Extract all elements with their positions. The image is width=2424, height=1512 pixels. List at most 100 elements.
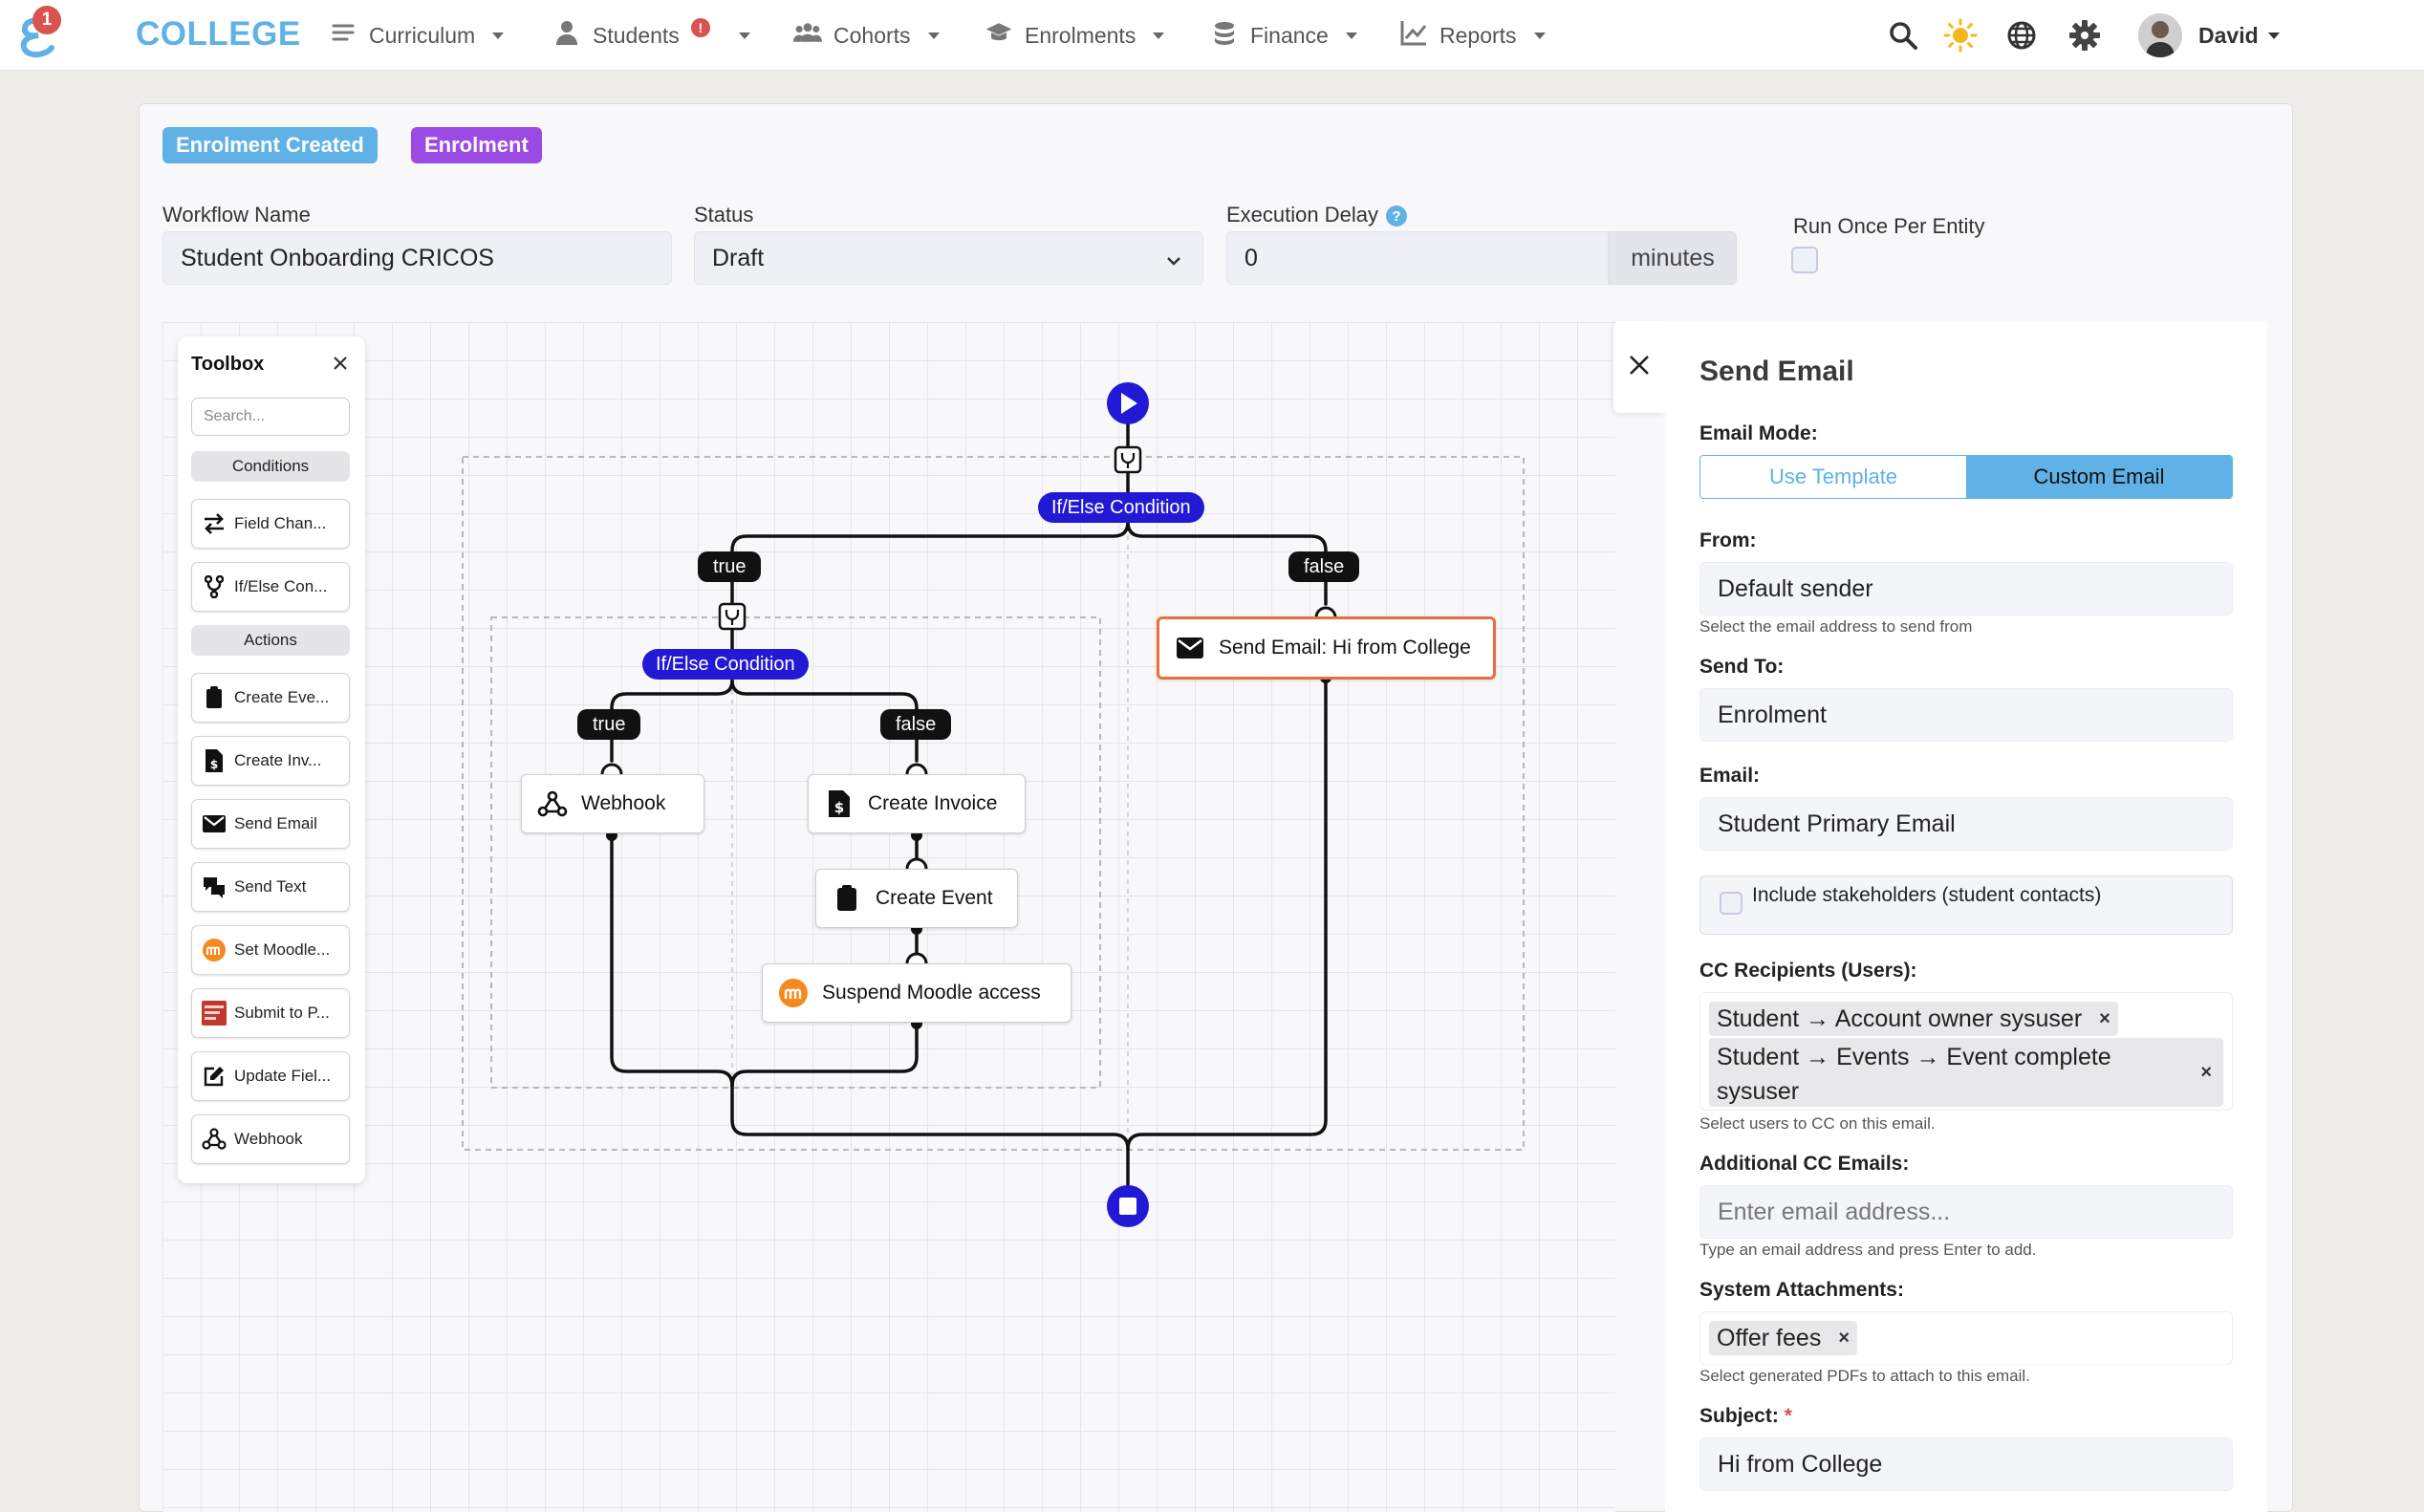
email-select[interactable]: Student Primary Email bbox=[1699, 797, 2233, 851]
mode-use-template[interactable]: Use Template bbox=[1700, 456, 1966, 498]
from-help: Select the email address to send from bbox=[1699, 617, 1973, 636]
section-actions: Actions bbox=[191, 625, 350, 656]
toolbox-title: Toolbox bbox=[191, 354, 265, 375]
node-send-email[interactable]: Send Email: Hi from College bbox=[1157, 616, 1496, 680]
node-label: Webhook bbox=[581, 792, 666, 814]
additional-cc-input[interactable]: Enter email address... bbox=[1699, 1185, 2233, 1239]
toolbox-search-input[interactable]: Search... bbox=[191, 398, 350, 436]
additional-cc-help: Type an email address and press Enter to… bbox=[1699, 1241, 2037, 1259]
toolbox-item-send-text[interactable]: Send Text bbox=[191, 862, 350, 912]
start-node[interactable] bbox=[1107, 382, 1149, 424]
email-mode-label: Email Mode: bbox=[1699, 422, 1818, 444]
envelope-icon bbox=[202, 811, 227, 836]
toolbox-item-set-moodle[interactable]: Set Moodle... bbox=[191, 925, 350, 975]
toolbox-item-update-field[interactable]: Update Fiel... bbox=[191, 1051, 350, 1101]
email-mode-toggle: Use Template Custom Email bbox=[1699, 455, 2233, 499]
panel-title: Send Email bbox=[1699, 356, 1854, 387]
required-marker: * bbox=[1784, 1405, 1792, 1427]
node-label: Create Event bbox=[876, 887, 993, 909]
webhook-icon bbox=[537, 788, 568, 819]
close-panel-button[interactable] bbox=[1613, 321, 1665, 413]
toolbox-item-label: Webhook bbox=[234, 1130, 303, 1148]
toolbox-item-label: Send Text bbox=[234, 877, 307, 896]
attachments-label: System Attachments: bbox=[1699, 1279, 1904, 1301]
subject-label: Subject: * bbox=[1699, 1405, 1792, 1428]
additional-cc-label: Additional CC Emails: bbox=[1699, 1153, 1910, 1175]
fork-icon bbox=[202, 574, 227, 599]
node-label: Send Email: Hi from College bbox=[1219, 637, 1471, 659]
fork-icon bbox=[1114, 445, 1142, 474]
webhook-icon bbox=[202, 1127, 227, 1152]
toolbox-item-submit-to-public[interactable]: Submit to P... bbox=[191, 988, 350, 1038]
toolbox-panel: Toolbox Search... Conditions Field Chan.… bbox=[178, 336, 365, 1183]
toolbox-item-send-email[interactable]: Send Email bbox=[191, 799, 350, 849]
remove-chip-icon[interactable]: × bbox=[2099, 1008, 2110, 1030]
toolbox-item-field-change[interactable]: Field Chan... bbox=[191, 499, 350, 549]
node-label: Suspend Moodle access bbox=[822, 982, 1041, 1004]
toolbox-item-if-else[interactable]: If/Else Con... bbox=[191, 562, 350, 612]
cc-help: Select users to CC on this email. bbox=[1699, 1114, 1936, 1133]
edit-icon bbox=[202, 1064, 227, 1089]
remove-chip-icon[interactable]: × bbox=[2200, 1055, 2212, 1090]
cc-chip: Student → Account owner sysuser × bbox=[1709, 1002, 2118, 1036]
toolbox-item-label: Send Email bbox=[234, 814, 317, 832]
toolbox-item-label: Field Chan... bbox=[234, 514, 327, 532]
swap-arrows-icon bbox=[202, 511, 227, 536]
toolbox-item-create-event[interactable]: Create Eve... bbox=[191, 673, 350, 723]
svg-text:$: $ bbox=[834, 799, 844, 816]
outer-condition-label[interactable]: If/Else Condition bbox=[1038, 492, 1204, 523]
from-label: From: bbox=[1699, 529, 1757, 551]
chip-label: Student → Account owner sysuser bbox=[1717, 1004, 2083, 1032]
toolbox-item-label: Create Eve... bbox=[234, 688, 330, 706]
close-icon[interactable] bbox=[329, 352, 352, 375]
stakeholders-checkbox[interactable] bbox=[1720, 892, 1742, 915]
branch-false-label: false bbox=[880, 709, 952, 740]
branch-true-label: true bbox=[698, 551, 762, 582]
stakeholders-box: Include stakeholders (student contacts) bbox=[1699, 875, 2233, 935]
branch-false-label: false bbox=[1288, 551, 1360, 582]
toolbox-item-label: Submit to P... bbox=[234, 1004, 330, 1022]
toolbox-item-label: Create Inv... bbox=[234, 751, 322, 769]
invoice-icon: $ bbox=[202, 748, 227, 773]
cc-chip: Student → Events → Event complete sysuse… bbox=[1709, 1038, 2223, 1107]
chip-label: Student → Events → Event complete sysuse… bbox=[1717, 1044, 2111, 1105]
end-node[interactable] bbox=[1107, 1185, 1149, 1227]
send-to-label: Send To: bbox=[1699, 656, 1785, 678]
subject-text: Subject: bbox=[1699, 1405, 1779, 1427]
toolbox-item-label: If/Else Con... bbox=[234, 577, 328, 595]
node-webhook[interactable]: Webhook bbox=[521, 774, 704, 833]
cc-label: CC Recipients (Users): bbox=[1699, 960, 1917, 982]
mode-custom-email[interactable]: Custom Email bbox=[1966, 456, 2232, 498]
properties-panel: Send Email Email Mode: Use Template Cust… bbox=[1665, 321, 2267, 1512]
toolbox-item-label: Update Fiel... bbox=[234, 1067, 332, 1085]
send-to-select[interactable]: Enrolment bbox=[1699, 688, 2233, 742]
public-trust-logo-icon bbox=[202, 1001, 227, 1026]
node-label: Create Invoice bbox=[868, 792, 998, 814]
moodle-icon bbox=[202, 938, 227, 962]
email-label: Email: bbox=[1699, 765, 1761, 787]
toolbox-item-label: Set Moodle... bbox=[234, 940, 331, 959]
clipboard-icon bbox=[832, 883, 862, 914]
invoice-icon: $ bbox=[824, 788, 855, 819]
inner-condition-label[interactable]: If/Else Condition bbox=[642, 649, 809, 680]
section-conditions: Conditions bbox=[191, 451, 350, 482]
fork-icon bbox=[718, 602, 747, 631]
chip-label: Offer fees bbox=[1717, 1324, 1822, 1351]
stakeholders-label: Include stakeholders (student contacts) bbox=[1752, 884, 2102, 906]
chat-bubbles-icon bbox=[202, 875, 227, 899]
close-icon bbox=[1627, 353, 1652, 382]
subject-input[interactable]: Hi from College bbox=[1699, 1437, 2233, 1491]
node-suspend-moodle[interactable]: Suspend Moodle access bbox=[762, 963, 1071, 1023]
node-create-event[interactable]: Create Event bbox=[815, 869, 1018, 928]
toolbox-item-create-invoice[interactable]: $ Create Inv... bbox=[191, 736, 350, 786]
envelope-icon bbox=[1175, 633, 1205, 663]
toolbox-item-webhook[interactable]: Webhook bbox=[191, 1114, 350, 1164]
from-select[interactable]: Default sender bbox=[1699, 562, 2233, 616]
attachment-chip: Offer fees × bbox=[1709, 1321, 1858, 1355]
svg-text:$: $ bbox=[210, 758, 218, 771]
remove-chip-icon[interactable]: × bbox=[1838, 1328, 1850, 1350]
moodle-icon bbox=[778, 978, 809, 1008]
attachments-help: Select generated PDFs to attach to this … bbox=[1699, 1367, 2030, 1385]
clipboard-icon bbox=[202, 685, 227, 710]
node-create-invoice[interactable]: $ Create Invoice bbox=[808, 774, 1026, 833]
